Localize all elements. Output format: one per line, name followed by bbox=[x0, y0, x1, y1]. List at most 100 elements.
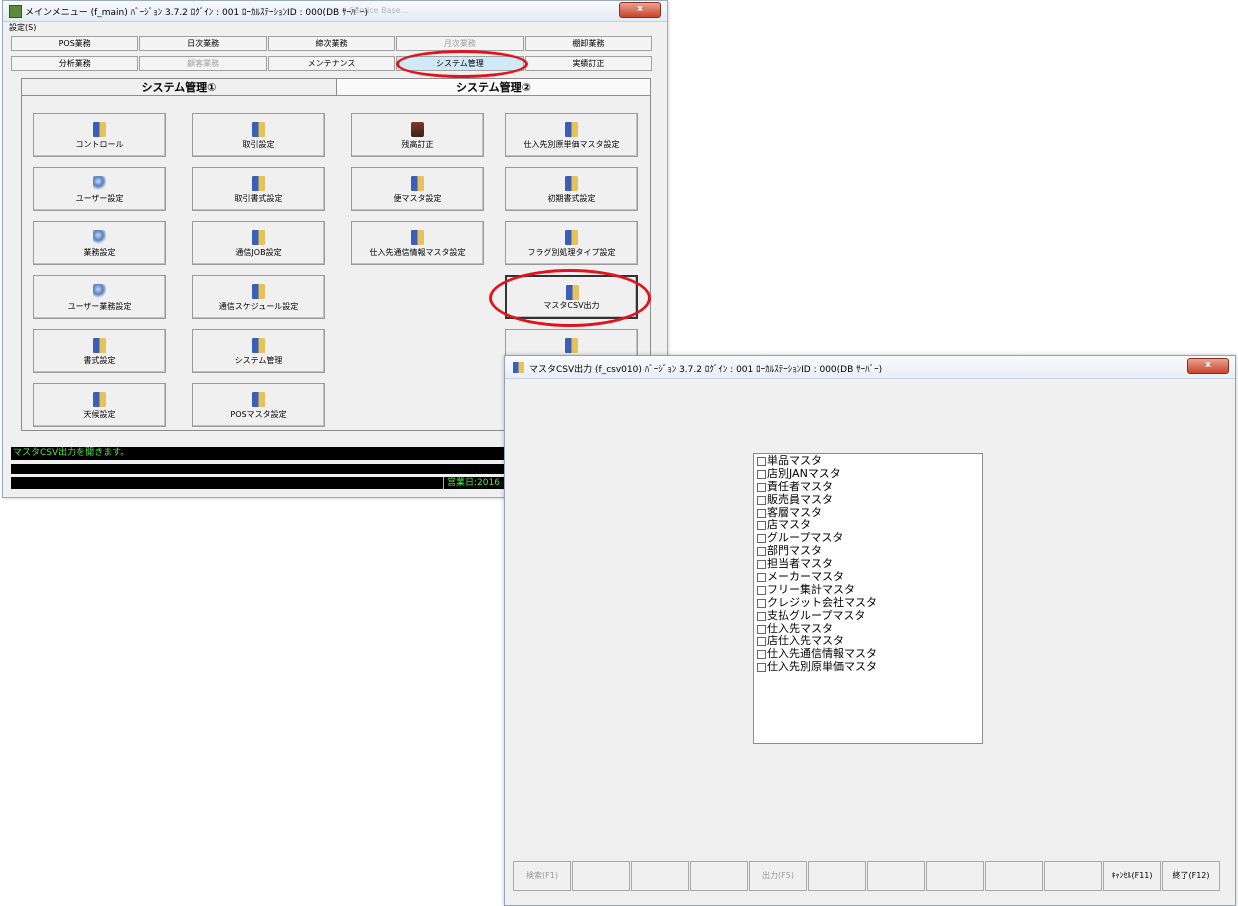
btn-label: コントロール bbox=[75, 140, 124, 149]
btn-label: 初期書式設定 bbox=[547, 194, 596, 203]
nav-monthly[interactable]: 月次業務 bbox=[396, 36, 524, 51]
btn-pos-master[interactable]: POSマスタ設定 bbox=[192, 383, 325, 427]
checkbox-icon[interactable] bbox=[757, 663, 766, 673]
fkey-f7[interactable] bbox=[867, 861, 925, 891]
btn-delivery-master[interactable]: 便マスタ設定 bbox=[351, 167, 484, 211]
document-icon bbox=[93, 338, 106, 353]
title-ghost-text: Service Base... bbox=[349, 6, 409, 15]
list-item[interactable]: 責任者マスタ bbox=[754, 480, 982, 494]
checkbox-icon[interactable] bbox=[757, 547, 766, 557]
nav-daily[interactable]: 日次業務 bbox=[139, 36, 267, 51]
list-item[interactable]: 単品マスタ bbox=[754, 454, 982, 468]
checkbox-icon[interactable] bbox=[757, 598, 766, 608]
list-item-label: フリー集計マスタ bbox=[767, 582, 855, 596]
btn-supplier-cost-master[interactable]: 仕入先別原単価マスタ設定 bbox=[505, 113, 638, 157]
btn-format-settings[interactable]: 書式設定 bbox=[33, 329, 166, 373]
btn-flag-process-type[interactable]: フラグ別処理タイプ設定 bbox=[505, 221, 638, 265]
btn-comm-schedule[interactable]: 通信スケジュール設定 bbox=[192, 275, 325, 319]
list-item[interactable]: 店別JANマスタ bbox=[754, 466, 982, 481]
nav-analysis[interactable]: 分析業務 bbox=[11, 56, 139, 71]
list-item[interactable]: メーカーマスタ bbox=[754, 570, 982, 584]
fkey-cancel-f11[interactable]: ｷｬﾝｾﾙ(F11) bbox=[1103, 861, 1161, 891]
menu-settings[interactable]: 設定(S) bbox=[3, 22, 667, 33]
fkey-f6[interactable] bbox=[808, 861, 866, 891]
list-item[interactable]: 支払グループマスタ bbox=[754, 609, 982, 623]
fkey-f8[interactable] bbox=[926, 861, 984, 891]
nav-customer[interactable]: 顧客業務 bbox=[139, 56, 267, 71]
fkey-exit-f12[interactable]: 終了(F12) bbox=[1162, 861, 1220, 891]
dialog-title-bar: マスタCSV出力 (f_csv010) ﾊﾞｰｼﾞｮﾝ 3.7.2 ﾛｸﾞｲﾝ … bbox=[505, 356, 1235, 379]
list-item-label: 店別JANマスタ bbox=[767, 466, 841, 480]
btn-balance-correction[interactable]: 残高訂正 bbox=[351, 113, 484, 157]
btn-comm-job[interactable]: 通信JOB設定 bbox=[192, 221, 325, 265]
btn-label: 取引設定 bbox=[242, 140, 275, 149]
document-icon bbox=[411, 230, 424, 245]
btn-master-csv-output[interactable]: マスタCSV出力 bbox=[505, 275, 638, 319]
checkbox-icon[interactable] bbox=[757, 624, 766, 634]
nav-closing[interactable]: 締次業務 bbox=[267, 36, 396, 51]
fkey-search-f1[interactable]: 検索(F1) bbox=[513, 861, 571, 891]
btn-label: 書式設定 bbox=[83, 356, 116, 365]
btn-business-settings[interactable]: 業務設定 bbox=[33, 221, 166, 265]
btn-label: マスタCSV出力 bbox=[543, 301, 600, 310]
checkbox-icon[interactable] bbox=[757, 456, 766, 466]
nav-maintenance[interactable]: メンテナンス bbox=[267, 56, 396, 71]
btn-label: POSマスタ設定 bbox=[230, 410, 287, 419]
btn-label: 取引書式設定 bbox=[234, 194, 283, 203]
checkbox-icon[interactable] bbox=[757, 495, 766, 505]
document-icon bbox=[93, 122, 106, 137]
list-item[interactable]: フリー集計マスタ bbox=[754, 582, 982, 597]
btn-label: 仕入先別原単価マスタ設定 bbox=[523, 140, 620, 149]
btn-user-settings[interactable]: ユーザー設定 bbox=[33, 167, 166, 211]
document-icon bbox=[252, 338, 265, 353]
fkey-f4[interactable] bbox=[690, 861, 748, 891]
dialog-close-button[interactable]: x bbox=[1187, 358, 1229, 374]
btn-system-admin[interactable]: システム管理 bbox=[192, 329, 325, 373]
document-icon bbox=[566, 285, 579, 300]
checkbox-icon[interactable] bbox=[757, 650, 766, 660]
main-close-button[interactable]: x bbox=[619, 2, 661, 18]
fkey-output-f5[interactable]: 出力(F5) bbox=[749, 861, 807, 891]
checkbox-icon[interactable] bbox=[757, 572, 766, 582]
btn-weather-settings[interactable]: 天候設定 bbox=[33, 383, 166, 427]
checkbox-icon[interactable] bbox=[757, 637, 766, 647]
checkbox-icon[interactable] bbox=[757, 534, 766, 544]
master-csv-dialog: マスタCSV出力 (f_csv010) ﾊﾞｰｼﾞｮﾝ 3.7.2 ﾛｸﾞｲﾝ … bbox=[504, 355, 1236, 906]
btn-transaction-format[interactable]: 取引書式設定 bbox=[192, 167, 325, 211]
list-item[interactable]: 仕入先別原単価マスタ bbox=[754, 660, 982, 674]
checkbox-icon[interactable] bbox=[757, 611, 766, 621]
fkey-f9[interactable] bbox=[985, 861, 1043, 891]
btn-user-business-settings[interactable]: ユーザー業務設定 bbox=[33, 275, 166, 319]
btn-initial-format[interactable]: 初期書式設定 bbox=[505, 167, 638, 211]
tab-system-admin-1[interactable]: システム管理① bbox=[21, 78, 337, 96]
document-icon bbox=[565, 338, 578, 353]
nav-pos[interactable]: POS業務 bbox=[11, 36, 139, 51]
dialog-title: マスタCSV出力 (f_csv010) ﾊﾞｰｼﾞｮﾝ 3.7.2 ﾛｸﾞｲﾝ … bbox=[529, 365, 883, 375]
checkbox-icon[interactable] bbox=[757, 560, 766, 570]
checkbox-icon[interactable] bbox=[757, 482, 766, 492]
app-icon bbox=[9, 5, 22, 18]
checkbox-icon[interactable] bbox=[757, 508, 766, 518]
master-checklist[interactable]: 単品マスタ 店別JANマスタ 責任者マスタ 販売員マスタ 客層マスタ 店マスタ … bbox=[753, 453, 983, 744]
fkey-f10[interactable] bbox=[1044, 861, 1102, 891]
list-item[interactable]: クレジット会社マスタ bbox=[754, 596, 982, 610]
nav-inventory[interactable]: 棚卸業務 bbox=[524, 36, 653, 51]
checkbox-icon[interactable] bbox=[757, 469, 766, 479]
btn-supplier-comm-master[interactable]: 仕入先通信情報マスタ設定 bbox=[351, 221, 484, 265]
fkey-f3[interactable] bbox=[631, 861, 689, 891]
btn-control[interactable]: コントロール bbox=[33, 113, 166, 157]
nav-row-1: POS業務 日次業務 締次業務 月次業務 棚卸業務 bbox=[11, 36, 653, 51]
book-icon bbox=[411, 122, 424, 137]
checkbox-icon[interactable] bbox=[757, 521, 766, 531]
btn-transaction-settings[interactable]: 取引設定 bbox=[192, 113, 325, 157]
fkey-f2[interactable] bbox=[572, 861, 630, 891]
list-item-label: メーカーマスタ bbox=[767, 570, 844, 584]
main-window-title: メインメニュー (f_main) ﾊﾞｰｼﾞｮﾝ 3.7.2 ﾛｸﾞｲﾝ : 0… bbox=[25, 8, 369, 18]
tab-system-admin-2[interactable]: システム管理② bbox=[336, 78, 651, 96]
nav-system-admin[interactable]: システム管理 bbox=[396, 56, 524, 71]
btn-label: 業務設定 bbox=[83, 248, 116, 257]
checkbox-icon[interactable] bbox=[757, 585, 766, 595]
list-item[interactable]: 販売員マスタ bbox=[754, 492, 982, 507]
list-item-label: 販売員マスタ bbox=[767, 492, 833, 506]
nav-results-correction[interactable]: 実績訂正 bbox=[524, 56, 653, 71]
